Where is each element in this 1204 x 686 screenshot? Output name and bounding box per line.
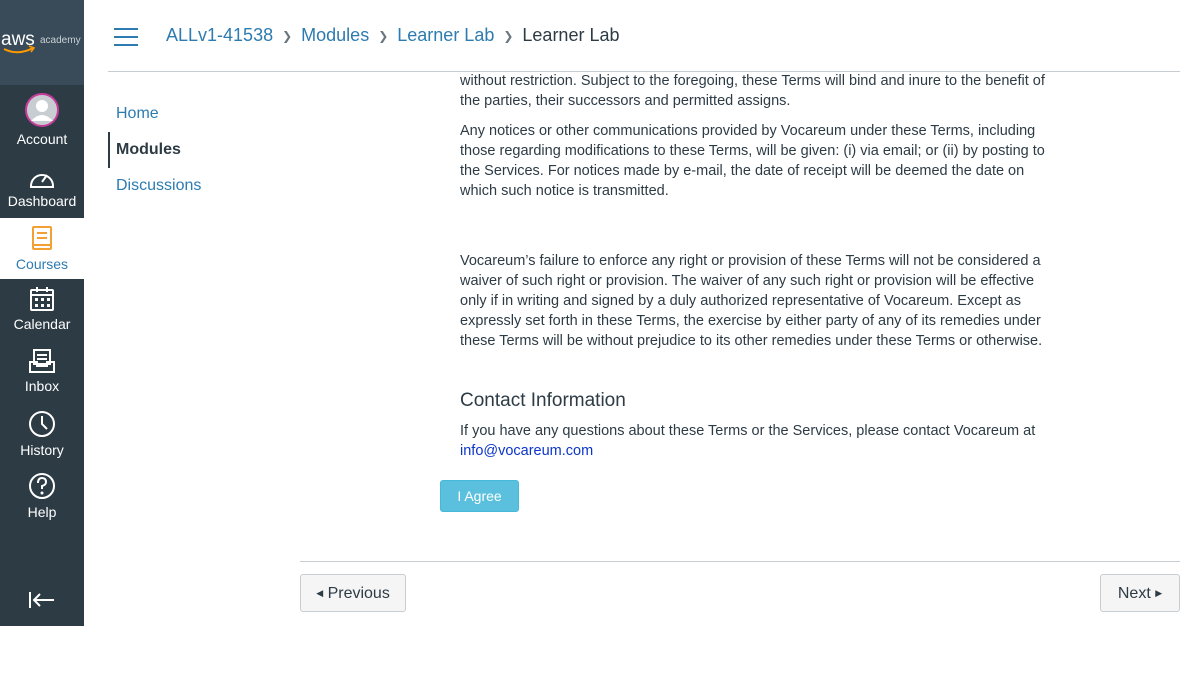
course-nav-discussions[interactable]: Discussions xyxy=(108,168,288,204)
terms-paragraph: Any notices or other communications prov… xyxy=(460,123,1045,199)
nav-courses[interactable]: Courses xyxy=(0,218,84,279)
breadcrumb-current: Learner Lab xyxy=(522,25,620,45)
chevron-right-icon: ❯ xyxy=(378,29,389,43)
previous-button[interactable]: ◀ Previous xyxy=(300,574,406,612)
contact-text: If you have any questions about these Te… xyxy=(460,423,1036,439)
global-nav: aws academy Account Dashboard Courses Ca… xyxy=(0,0,84,626)
nav-inbox[interactable]: Inbox xyxy=(0,348,84,396)
breadcrumb: ALLv1-41538 ❯ Modules ❯ Learner Lab ❯ Learner … xyxy=(166,24,619,48)
caret-right-icon: ▶ xyxy=(1155,588,1163,598)
nav-dashboard[interactable]: Dashboard xyxy=(0,167,84,212)
help-icon xyxy=(29,473,55,499)
previous-button-label: Previous xyxy=(327,585,390,602)
nav-history[interactable]: History xyxy=(0,410,84,458)
course-nav-modules[interactable]: Modules xyxy=(108,132,288,168)
breadcrumb-modules[interactable]: Modules xyxy=(301,25,369,45)
aws-academy-logo[interactable]: aws academy xyxy=(0,0,84,85)
contact-heading: Contact Information xyxy=(460,390,626,411)
nav-courses-label: Courses xyxy=(15,256,69,272)
collapse-nav-icon xyxy=(29,592,54,608)
nav-help-label: Help xyxy=(27,504,57,520)
nav-account[interactable]: Account xyxy=(0,93,84,148)
next-button-label: Next xyxy=(1117,585,1151,602)
inbox-icon xyxy=(29,349,55,373)
account-avatar-icon xyxy=(25,93,59,127)
course-nav: Home Modules Discussions xyxy=(108,96,288,204)
terms-content: without restriction. Subject to the fore… xyxy=(460,71,1060,461)
chevron-right-icon: ❯ xyxy=(282,29,293,43)
nav-calendar-label: Calendar xyxy=(13,316,71,332)
nav-inbox-label: Inbox xyxy=(24,378,60,394)
contact-email-link[interactable]: info@vocareum.com xyxy=(460,443,593,459)
logo-sub-text: academy xyxy=(40,35,81,46)
next-button[interactable]: Next ▶ xyxy=(1100,574,1180,612)
breadcrumb-learner-lab-module[interactable]: Learner Lab xyxy=(397,25,494,45)
nav-dashboard-label: Dashboard xyxy=(7,193,77,209)
caret-left-icon: ◀ xyxy=(316,588,324,598)
collapse-nav-button[interactable] xyxy=(0,590,84,614)
dashboard-icon xyxy=(30,174,54,188)
footer-divider xyxy=(300,561,1180,562)
i-agree-button[interactable]: I Agree xyxy=(440,480,519,512)
terms-paragraph: Vocareum’s failure to enforce any right … xyxy=(460,253,1043,349)
chevron-right-icon: ❯ xyxy=(503,29,514,43)
nav-account-label: Account xyxy=(16,131,68,147)
history-icon xyxy=(29,411,55,437)
terms-paragraph: without restriction. Subject to the fore… xyxy=(460,73,1045,109)
calendar-icon xyxy=(30,287,54,311)
course-nav-home[interactable]: Home xyxy=(108,96,288,132)
nav-calendar[interactable]: Calendar xyxy=(0,286,84,334)
nav-history-label: History xyxy=(20,442,64,458)
nav-help[interactable]: Help xyxy=(0,472,84,520)
course-menu-toggle-icon[interactable] xyxy=(114,28,138,46)
contact-paragraph: If you have any questions about these Te… xyxy=(460,421,1060,461)
courses-icon xyxy=(32,226,52,250)
breadcrumb-course[interactable]: ALLv1-41538 xyxy=(166,25,273,45)
